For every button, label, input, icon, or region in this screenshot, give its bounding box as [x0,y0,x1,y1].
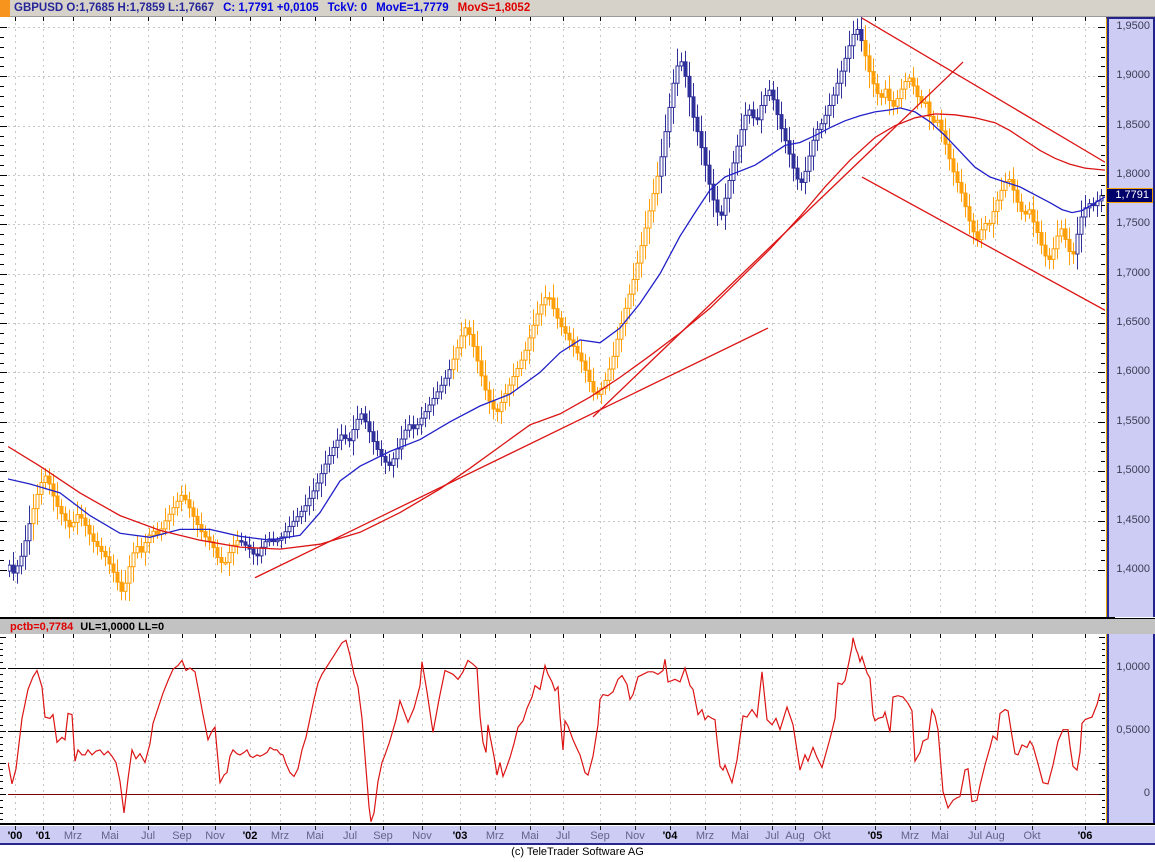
price-axis-label: 1,8500 [1116,118,1150,131]
price-axis-label: 1,5500 [1116,414,1150,427]
time-axis-label: '04 [662,830,678,842]
mov-e-readout: MovE=1,7779 [376,2,449,14]
time-axis-label: '06 [1077,830,1093,842]
price-axis-label: 1,7000 [1116,266,1150,279]
time-axis-label: Sep [373,830,393,842]
time-axis-label: Okt [1023,830,1041,842]
chart-info-bar: GBPUSD O:1,7685 H:1,7859 L:1,7667 C: 1,77… [0,0,1155,17]
levels-readout: UL=1,0000 LL=0 [80,620,165,633]
price-axis-label: 1,7500 [1116,217,1150,230]
price-axis-label: 1,8000 [1116,168,1150,181]
time-axis-label: '01 [35,830,51,842]
time-axis-label: '02 [242,830,258,842]
time-axis-label: '05 [867,830,883,842]
indicator-axis-label: 0,5000 [1116,724,1150,736]
close-readout: C: 1,7791 +0,0105 [223,2,319,14]
time-axis-label: Sep [590,830,610,842]
price-axis-label: 1,5000 [1116,464,1150,477]
price-axis-label: 1,6500 [1116,316,1150,329]
teletrader-chart-window: GBPUSD O:1,7685 H:1,7859 L:1,7667 C: 1,77… [0,0,1155,862]
price-axis-label: 1,6000 [1116,365,1150,378]
time-axis-label: Mrz [270,830,290,842]
time-axis-label: Sep [172,830,192,842]
tickvolume-readout: TckV: 0 [327,2,368,14]
last-price-badge: 1,7791 [1106,188,1153,203]
time-axis-label: Mrz [695,830,715,842]
time-axis-label: Aug [985,830,1005,842]
time-axis-label: Jul [342,830,358,842]
mov-s-readout: MovS=1,8052 [457,2,531,14]
price-chart-area[interactable] [8,17,1105,617]
time-axis-label: Nov [205,830,225,842]
time-axis-label: Okt [813,830,831,842]
ohlc-readout: GBPUSD O:1,7685 H:1,7859 L:1,7667 [14,2,215,14]
panel-splitter[interactable]: pctb=0,7784 UL=1,0000 LL=0 [0,618,1155,634]
pctb-readout: pctb=0,7784 [10,620,74,633]
chart-icon [0,0,10,17]
indicator-axis-label: 1,0000 [1116,661,1150,673]
time-axis-label: Mai [731,830,749,842]
copyright-label: (c) TeleTrader Software AG [0,846,1155,862]
indicator-chart-area[interactable] [8,634,1105,823]
time-axis-label: Nov [412,830,432,842]
price-axis-label: 1,9500 [1116,20,1150,32]
time-axis-label: Nov [625,830,645,842]
time-axis-label: Mai [931,830,949,842]
price-axis-label: 1,4500 [1116,513,1150,526]
time-axis-label: Jul [555,830,571,842]
time-axis-label: '03 [452,830,468,842]
time-axis-label: Jul [140,830,156,842]
time-axis-label: Mrz [900,830,920,842]
price-axis-label: 1,4000 [1116,562,1150,575]
indicator-axis-label: 0 [1143,787,1150,799]
time-axis-label: Mrz [485,830,505,842]
time-axis-label: Mai [101,830,119,842]
time-axis-label: Mrz [63,830,83,842]
price-axis-label: 1,9000 [1116,69,1150,82]
time-axis-label: Mai [521,830,539,842]
time-axis-label: Mai [306,830,324,842]
